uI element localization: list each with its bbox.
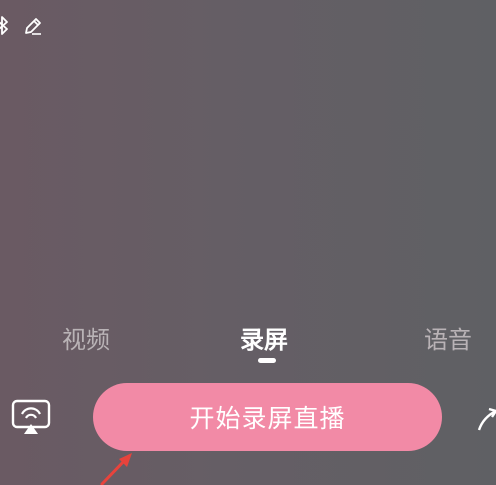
mode-tabs: 视频 录屏 语音 [0,316,496,366]
edit-icon[interactable] [22,15,44,37]
annotation-arrow [100,453,132,485]
tab-video[interactable]: 视频 [62,320,110,355]
share-icon[interactable] [476,404,496,434]
start-screen-live-button[interactable]: 开始录屏直播 [93,383,442,451]
tab-screen-record[interactable]: 录屏 [240,320,288,355]
cast-screen-icon [11,399,51,434]
tab-voice[interactable]: 语音 [424,320,472,355]
active-tab-indicator [258,358,276,363]
bluetooth-icon[interactable] [0,14,10,38]
cast-screen-button[interactable] [10,398,52,438]
top-toolbar [0,12,44,40]
